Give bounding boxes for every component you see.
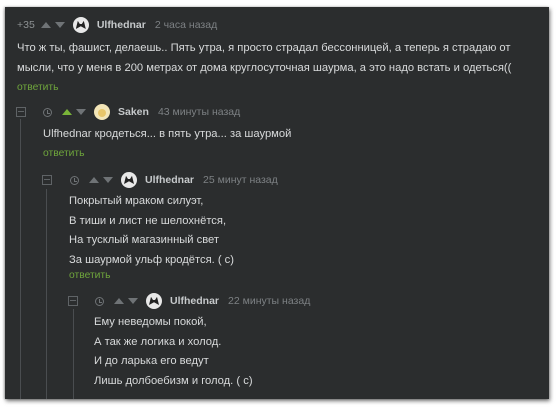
comment-4-line-2: А так же логика и холод. [94, 335, 222, 348]
comment-4-header: Ulfhednar 22 минуты назад [95, 292, 310, 310]
comment-2-header: Saken 43 минуты назад [43, 103, 240, 121]
clock-icon [95, 296, 104, 306]
clock-icon [70, 175, 79, 185]
comment-1-text: Что ж ты, фашист, делаешь.. Пять утра, я… [17, 39, 511, 78]
downvote-icon[interactable] [76, 109, 86, 115]
comment-3-time[interactable]: 25 минут назад [203, 174, 278, 186]
comment-4-line-1: Ему неведомы покой, [94, 316, 207, 328]
avatar[interactable] [146, 293, 162, 309]
upvote-icon[interactable] [114, 298, 124, 304]
downvote-icon[interactable] [54, 22, 65, 28]
comment-2-author[interactable]: Saken [118, 106, 149, 118]
comment-3-line-3: На тусклый магазинный свет [69, 234, 220, 246]
comment-2-reply-link[interactable]: ответить [43, 148, 85, 159]
collapse-icon[interactable] [68, 296, 78, 306]
comment-1-line-2: мысли, что у меня в 200 метрах от дома к… [17, 61, 512, 74]
downvote-icon[interactable] [128, 298, 138, 304]
comment-1-line-1: Что ж ты, фашист, делаешь.. Пять утра, я… [17, 42, 511, 54]
upvote-icon[interactable] [40, 22, 51, 28]
comment-4-text: Ему неведомы покой, А так же логика и хо… [94, 313, 253, 391]
downvote-icon[interactable] [103, 177, 113, 183]
comment-3-line-1: Покрытый мраком силуэт, [69, 195, 204, 207]
comment-3-reply-link[interactable]: ответить [69, 270, 111, 281]
clock-icon [43, 107, 52, 117]
collapse-icon[interactable] [16, 107, 26, 117]
comment-4-line-4: Лишь долбоебизм и голод. ( с) [94, 374, 253, 387]
avatar[interactable] [121, 172, 137, 188]
thread-line[interactable] [20, 119, 21, 399]
comment-1-author[interactable]: Ulfhednar [97, 19, 146, 31]
comment-1-header: +35 Ulfhednar 2 часа назад [17, 16, 217, 34]
comment-4-line-3: И до ларька его ведут [94, 355, 209, 367]
comment-3-header: Ulfhednar 25 минут назад [70, 171, 278, 189]
comment-1-reply-link[interactable]: ответить [17, 82, 59, 93]
comment-2-line-1: Ulfhednar кродеться... в пять утра... за… [43, 128, 292, 140]
upvote-icon[interactable] [89, 177, 99, 183]
comment-4-time[interactable]: 22 минуты назад [228, 295, 310, 307]
comment-3-text: Покрытый мраком силуэт, В тиши и лист не… [69, 192, 234, 270]
thread-line[interactable] [73, 309, 74, 399]
avatar[interactable] [72, 17, 89, 33]
comment-1-rating: +35 [17, 19, 35, 31]
avatar[interactable] [94, 104, 110, 120]
upvote-icon[interactable] [62, 109, 72, 115]
comment-1-time[interactable]: 2 часа назад [155, 19, 217, 31]
comment-2-time[interactable]: 43 минуты назад [158, 106, 240, 118]
comments-panel: +35 Ulfhednar 2 часа назад Что ж ты, фаш… [5, 7, 549, 399]
thread-line[interactable] [46, 189, 47, 399]
comment-3-author[interactable]: Ulfhednar [145, 174, 194, 186]
collapse-icon[interactable] [42, 175, 52, 185]
comment-3-line-2: В тиши и лист не шелохнётся, [69, 214, 227, 227]
comment-3-line-4: За шаурмой ульф кродётся. ( с) [69, 253, 234, 266]
comment-4-author[interactable]: Ulfhednar [170, 295, 219, 307]
comment-2-text: Ulfhednar кродеться... в пять утра... за… [43, 125, 291, 145]
